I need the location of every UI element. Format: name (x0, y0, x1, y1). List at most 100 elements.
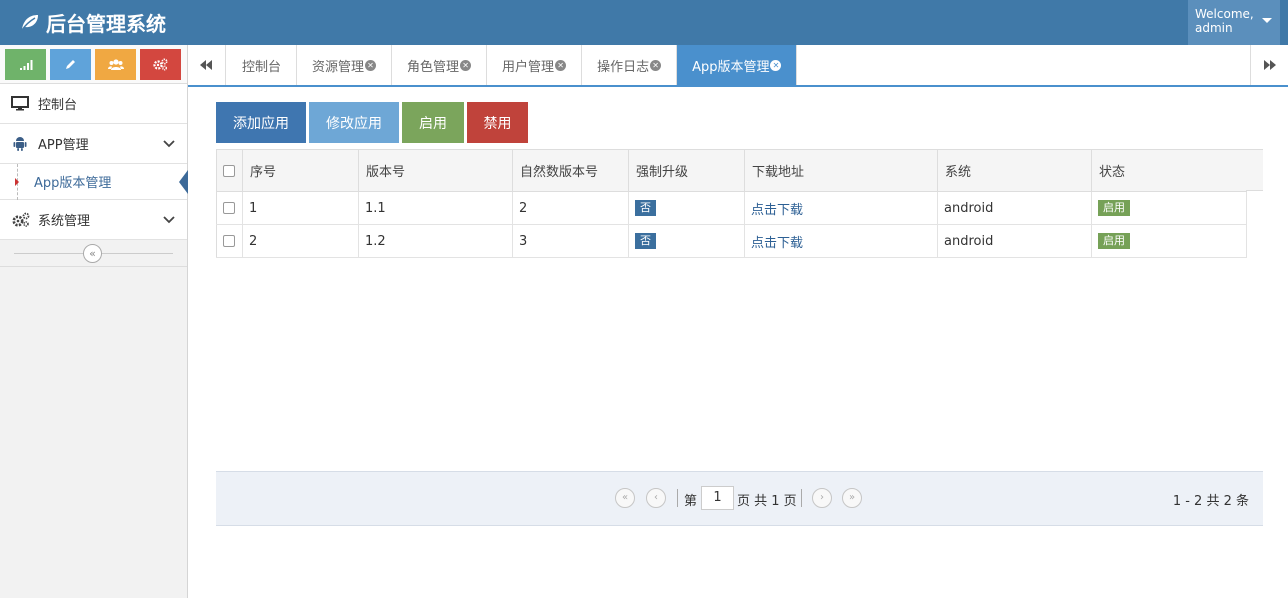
double-chevron-left-icon: « (89, 247, 96, 260)
page-number-input[interactable]: 1 (701, 486, 734, 510)
column-header[interactable]: 下载地址 (744, 149, 938, 192)
leaf-icon (21, 15, 38, 31)
cell-download: 点击下载 (744, 224, 938, 258)
forward-icon (1264, 60, 1276, 70)
page-total: 页 共 1 页 (737, 494, 797, 509)
page-prefix: 第 (684, 494, 698, 509)
double-chevron-right-icon: » (848, 492, 856, 503)
table-header-row: 序号 版本号 自然数版本号 强制升级 下载地址 系统 状态 (216, 149, 1247, 192)
first-page-button[interactable]: « (615, 488, 635, 508)
double-chevron-left-icon: « (621, 492, 629, 503)
active-indicator (179, 170, 188, 194)
cell-status: 启用 (1091, 191, 1247, 225)
sidebar-item-label: 控制台 (38, 98, 78, 113)
tab-scroll-right-button[interactable] (1250, 45, 1288, 85)
prev-page-button[interactable]: ‹ (646, 488, 666, 508)
app-logo: 后台管理系统 (20, 8, 166, 36)
tab-operation-log[interactable]: 操作日志 ✕ (582, 45, 678, 85)
disable-button[interactable]: 禁用 (467, 102, 528, 143)
column-header[interactable]: 序号 (242, 149, 359, 192)
sidebar-item-dashboard[interactable]: 控制台 (0, 84, 187, 124)
shortcut-users-button[interactable] (95, 49, 136, 80)
tab-user-management[interactable]: 用户管理 ✕ (487, 45, 583, 85)
collapse-sidebar-button[interactable]: « (83, 244, 102, 263)
gears-icon (153, 58, 168, 71)
cell-version: 1.1 (358, 191, 513, 225)
tab-label: 用户管理 (502, 59, 555, 75)
column-header[interactable]: 系统 (937, 149, 1092, 192)
close-icon[interactable]: ✕ (770, 59, 782, 71)
close-icon[interactable]: ✕ (555, 59, 567, 71)
sidebar: 控制台 APP管理 App版本管理 系统管理 « (0, 45, 188, 598)
cell-force-upgrade: 否 (628, 191, 745, 225)
chevron-down-icon (163, 213, 175, 228)
tab-scroll-left-button[interactable] (188, 45, 226, 85)
tabs: 控制台 资源管理 ✕ 角色管理 ✕ 用户管理 ✕ 操作日志 ✕ App版本管理 … (227, 45, 798, 85)
row-select-cell[interactable] (216, 224, 243, 258)
monitor-icon (10, 96, 30, 112)
users-icon (107, 59, 124, 70)
app-title: 后台管理系统 (46, 11, 166, 36)
status-badge: 启用 (1098, 233, 1130, 249)
sidebar-item-label: APP管理 (38, 138, 89, 153)
sidebar-item-system-management[interactable]: 系统管理 (0, 200, 187, 240)
tab-label: 控制台 (242, 59, 282, 75)
download-link[interactable]: 点击下载 (751, 236, 803, 251)
shortcut-signal-button[interactable] (5, 49, 46, 80)
cell-natural-version: 2 (512, 191, 629, 225)
tab-label: 资源管理 (312, 59, 365, 75)
edit-app-button[interactable]: 修改应用 (309, 102, 399, 143)
record-count: 1 - 2 共 2 条 (1172, 494, 1249, 509)
divider (801, 489, 802, 507)
last-page-button[interactable]: » (842, 488, 862, 508)
sidebar-item-label: 系统管理 (38, 214, 91, 229)
force-upgrade-badge: 否 (635, 233, 656, 249)
enable-button[interactable]: 启用 (402, 102, 464, 143)
close-icon[interactable]: ✕ (460, 59, 472, 71)
tab-label: 角色管理 (407, 59, 460, 75)
tab-resource-management[interactable]: 资源管理 ✕ (297, 45, 393, 85)
next-page-button[interactable]: › (812, 488, 832, 508)
cell-status: 启用 (1091, 224, 1247, 258)
column-header[interactable]: 状态 (1091, 149, 1247, 192)
pagination-bar: « ‹ 第 1 页 共 1 页 › » 1 - 2 共 2 条 (216, 471, 1263, 526)
header-scrollbar-gutter (1246, 149, 1263, 191)
table-row[interactable]: 2 1.2 3 否 点击下载 android 启用 (216, 224, 1247, 258)
close-icon[interactable]: ✕ (365, 59, 377, 71)
chevron-right-icon: › (820, 492, 824, 503)
column-header[interactable]: 自然数版本号 (512, 149, 629, 192)
download-link[interactable]: 点击下载 (751, 203, 803, 218)
select-all-cell[interactable] (216, 149, 243, 192)
row-checkbox[interactable] (223, 235, 235, 247)
select-all-checkbox[interactable] (223, 164, 235, 177)
tab-role-management[interactable]: 角色管理 ✕ (392, 45, 488, 85)
toolbar: 添加应用 修改应用 启用 禁用 (216, 102, 528, 143)
shortcut-settings-button[interactable] (140, 49, 181, 80)
row-checkbox[interactable] (223, 202, 235, 214)
caret-right-icon (15, 178, 19, 186)
shortcut-pencil-button[interactable] (50, 49, 91, 80)
add-app-button[interactable]: 添加应用 (216, 102, 306, 143)
cell-version: 1.2 (358, 224, 513, 258)
row-select-cell[interactable] (216, 191, 243, 225)
tab-app-version-management[interactable]: App版本管理 ✕ (677, 45, 798, 85)
version-table: 序号 版本号 自然数版本号 强制升级 下载地址 系统 状态 1 1.1 2 否 … (216, 149, 1247, 258)
sidebar-item-app-management[interactable]: APP管理 (0, 124, 187, 164)
tab-dashboard[interactable]: 控制台 (227, 45, 298, 85)
cell-id: 1 (242, 191, 359, 225)
user-menu[interactable]: Welcome, admin (1188, 0, 1280, 45)
backward-icon (200, 60, 212, 70)
caret-down-icon (1262, 18, 1272, 23)
column-header[interactable]: 强制升级 (628, 149, 745, 192)
cell-natural-version: 3 (512, 224, 629, 258)
sidebar-item-app-version[interactable]: App版本管理 (0, 164, 188, 200)
column-header[interactable]: 版本号 (358, 149, 513, 192)
cell-force-upgrade: 否 (628, 224, 745, 258)
gears-icon (10, 212, 30, 228)
android-icon (10, 136, 30, 152)
tab-bar: 控制台 资源管理 ✕ 角色管理 ✕ 用户管理 ✕ 操作日志 ✕ App版本管理 … (188, 45, 1288, 87)
close-icon[interactable]: ✕ (650, 59, 662, 71)
cell-os: android (937, 224, 1092, 258)
table-row[interactable]: 1 1.1 2 否 点击下载 android 启用 (216, 191, 1247, 225)
cell-os: android (937, 191, 1092, 225)
